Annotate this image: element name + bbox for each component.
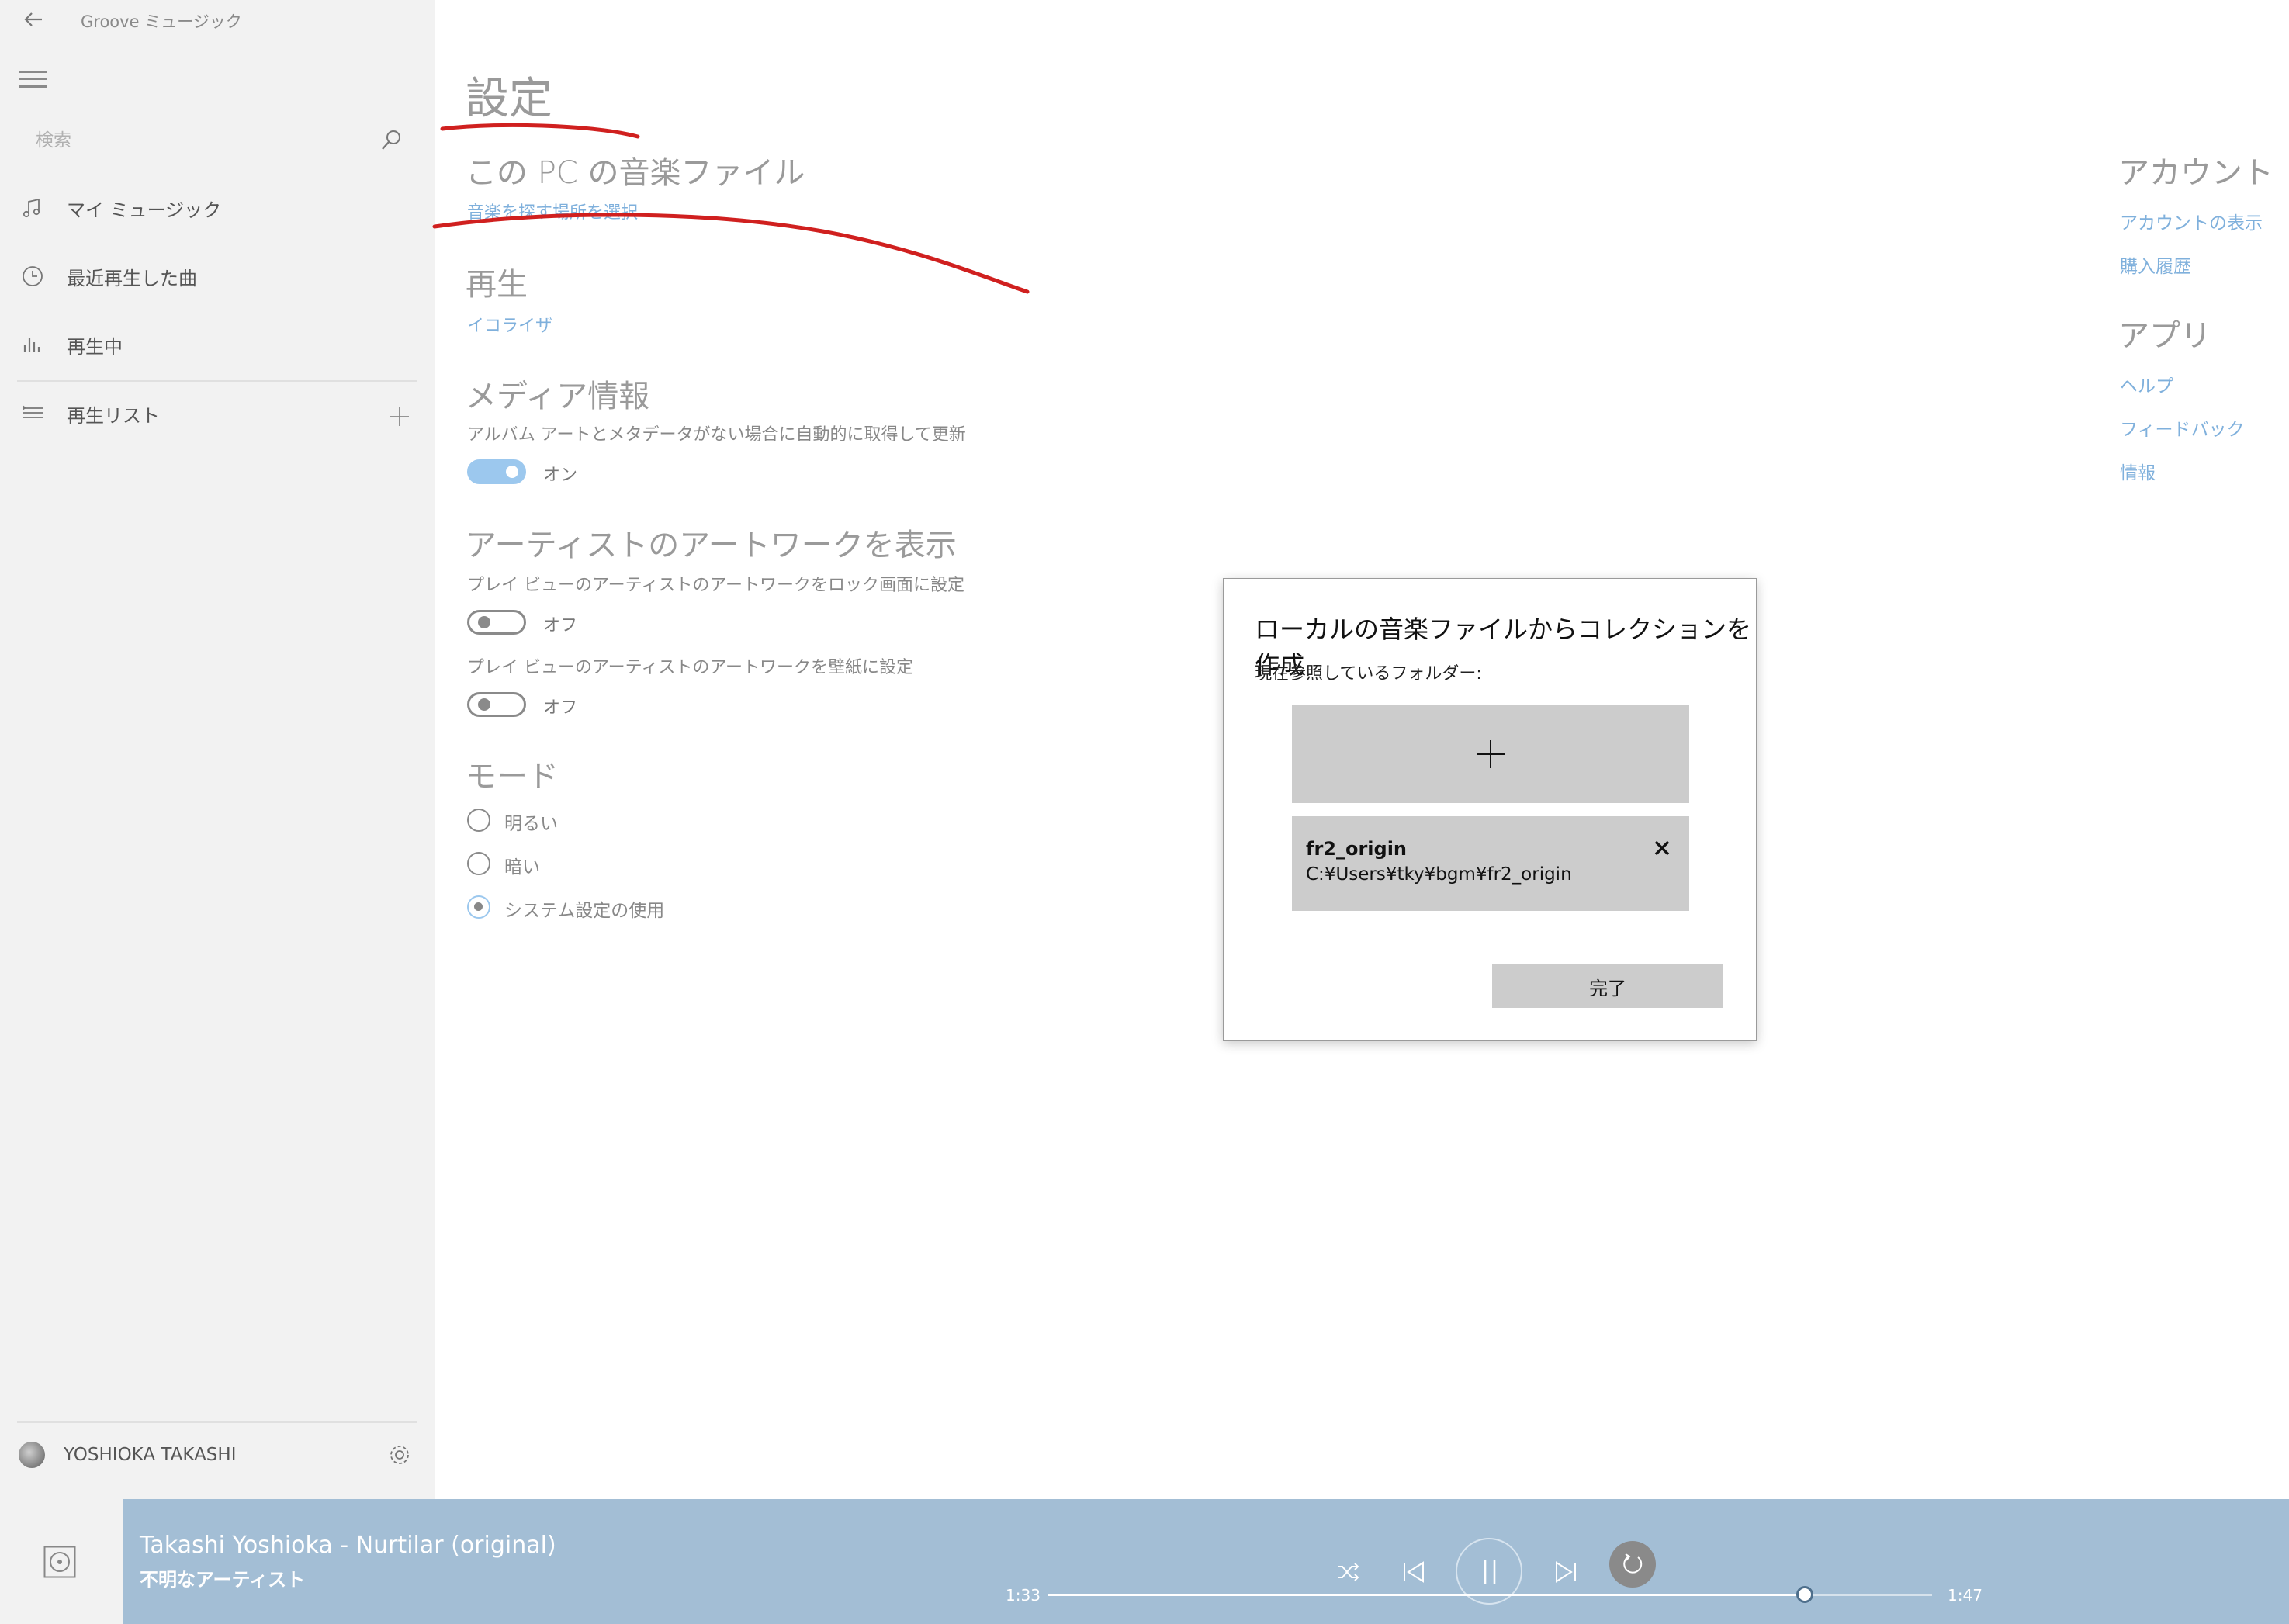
mode-option-system[interactable]: システム設定の使用 xyxy=(467,895,777,922)
track-title: Takashi Yoshioka - Nurtilar (original) xyxy=(140,1532,556,1559)
sidebar-item-label: 再生中 xyxy=(67,335,123,358)
search-input[interactable] xyxy=(19,118,413,163)
toggle-knob xyxy=(506,466,518,478)
track-artist: 不明なアーティスト xyxy=(140,1569,306,1591)
radio-label: 明るい xyxy=(504,814,558,834)
page-title: 設定 xyxy=(466,74,552,124)
playback-heading: 再生 xyxy=(466,267,528,303)
radio-button-selected[interactable] xyxy=(467,895,490,919)
plus-icon xyxy=(1477,740,1505,768)
repeat-button[interactable] xyxy=(1609,1541,1656,1588)
artist-art-heading: アーティストのアートワークを表示 xyxy=(466,528,957,563)
lock-screen-art-toggle[interactable] xyxy=(467,610,526,635)
sidebar: Groove ミュージック マイ ミュージック xyxy=(0,0,435,1499)
remove-folder-close-icon[interactable] xyxy=(1652,838,1672,858)
user-account-row[interactable]: YOSHIOKA TAKASHI xyxy=(0,1431,435,1480)
folder-name: fr2_origin xyxy=(1306,838,1408,860)
add-folder-button[interactable] xyxy=(1292,705,1689,803)
folder-list-item: fr2_origin C:¥Users¥tky¥bgm¥fr2_origin xyxy=(1292,816,1689,911)
equalizer-bars-icon xyxy=(20,332,45,357)
user-name: YOSHIOKA TAKASHI xyxy=(64,1445,237,1465)
wallpaper-art-description: プレイ ビューのアーティストのアートワークを壁紙に設定 xyxy=(467,658,914,677)
back-button[interactable] xyxy=(20,6,47,33)
sidebar-item-label: 最近再生した曲 xyxy=(67,267,197,289)
dialog-subtitle: 現在参照しているフォルダー: xyxy=(1255,664,1482,684)
toggle-knob xyxy=(478,698,490,711)
view-account-link[interactable]: アカウントの表示 xyxy=(2120,208,2263,234)
shuffle-icon xyxy=(1338,1563,1359,1581)
previous-button[interactable] xyxy=(1397,1555,1431,1589)
media-info-description: アルバム アートとメタデータがない場合に自動的に取得して更新 xyxy=(467,425,966,445)
mode-option-light[interactable]: 明るい xyxy=(467,809,715,835)
wallpaper-art-toggle[interactable] xyxy=(467,692,526,717)
seek-bar[interactable] xyxy=(1048,1586,1932,1603)
seek-bar-fill xyxy=(1048,1594,1805,1596)
repeat-icon xyxy=(1623,1553,1643,1574)
pause-icon xyxy=(1484,1560,1496,1584)
sidebar-item-my-music[interactable]: マイ ミュージック xyxy=(0,180,435,236)
album-art-area xyxy=(0,1499,123,1624)
media-info-toggle-label: オン xyxy=(543,466,578,485)
next-track-icon xyxy=(1556,1561,1576,1583)
mode-option-dark[interactable]: 暗い xyxy=(467,852,715,878)
folder-path: C:¥Users¥tky¥bgm¥fr2_origin xyxy=(1306,864,1572,885)
done-button[interactable]: 完了 xyxy=(1492,964,1723,1008)
help-link[interactable]: ヘルプ xyxy=(2120,371,2173,397)
radio-button[interactable] xyxy=(467,852,490,875)
music-note-icon xyxy=(20,196,45,220)
sidebar-item-recent[interactable]: 最近再生した曲 xyxy=(0,248,435,304)
gear-icon[interactable] xyxy=(386,1442,413,1468)
lock-screen-art-description: プレイ ビューのアーティストのアートワークをロック画面に設定 xyxy=(467,576,965,595)
mode-heading: モード xyxy=(466,759,559,795)
add-playlist-plus-icon[interactable] xyxy=(386,403,413,430)
app-heading: アプリ xyxy=(2118,318,2211,354)
seek-bar-thumb[interactable] xyxy=(1796,1586,1813,1603)
avatar xyxy=(19,1442,45,1468)
sidebar-item-label: マイ ミュージック xyxy=(67,199,222,221)
local-files-heading: この PC の音楽ファイル xyxy=(466,155,805,191)
hamburger-menu-button[interactable] xyxy=(19,67,47,90)
next-button[interactable] xyxy=(1549,1555,1583,1589)
sidebar-divider xyxy=(17,380,417,382)
radio-label: 暗い xyxy=(504,857,540,878)
feedback-link[interactable]: フィードバック xyxy=(2120,414,2245,441)
back-arrow-icon xyxy=(24,12,42,26)
collection-dialog: ローカルの音楽ファイルからコレクションを作成 現在参照しているフォルダー: fr… xyxy=(1223,578,1757,1041)
media-info-heading: メディア情報 xyxy=(466,379,650,414)
elapsed-time: 1:33 xyxy=(1006,1586,1041,1605)
radio-label: システム設定の使用 xyxy=(504,901,665,921)
about-link[interactable]: 情報 xyxy=(2120,458,2156,484)
annotation-underline-title xyxy=(440,123,640,139)
search-icon[interactable] xyxy=(379,128,403,153)
search-box[interactable] xyxy=(19,118,413,163)
album-disc-icon[interactable] xyxy=(43,1546,76,1578)
app-title: Groove ミュージック xyxy=(81,12,242,31)
equalizer-link[interactable]: イコライザ xyxy=(467,312,552,337)
sidebar-item-label: 再生リスト xyxy=(67,404,160,427)
shuffle-button[interactable] xyxy=(1331,1555,1366,1589)
choose-music-location-link[interactable]: 音楽を探す場所を選択 xyxy=(467,199,638,223)
clock-icon xyxy=(20,264,45,289)
total-time: 1:47 xyxy=(1948,1586,1983,1605)
lock-screen-art-toggle-label: オフ xyxy=(543,616,578,635)
radio-button[interactable] xyxy=(467,809,490,832)
media-info-toggle[interactable] xyxy=(467,459,526,484)
previous-track-icon xyxy=(1404,1561,1424,1583)
player-bar: Takashi Yoshioka - Nurtilar (original) 不… xyxy=(0,1499,2289,1624)
hamburger-icon xyxy=(19,71,47,73)
sidebar-divider xyxy=(17,1421,417,1423)
purchase-history-link[interactable]: 購入履歴 xyxy=(2120,251,2191,278)
playlist-icon xyxy=(20,401,45,426)
sidebar-item-now-playing[interactable]: 再生中 xyxy=(0,317,435,372)
wallpaper-art-toggle-label: オフ xyxy=(543,698,578,718)
sidebar-item-playlists[interactable]: 再生リスト xyxy=(0,386,435,441)
toggle-knob xyxy=(478,616,490,628)
account-heading: アカウント xyxy=(2118,155,2273,191)
